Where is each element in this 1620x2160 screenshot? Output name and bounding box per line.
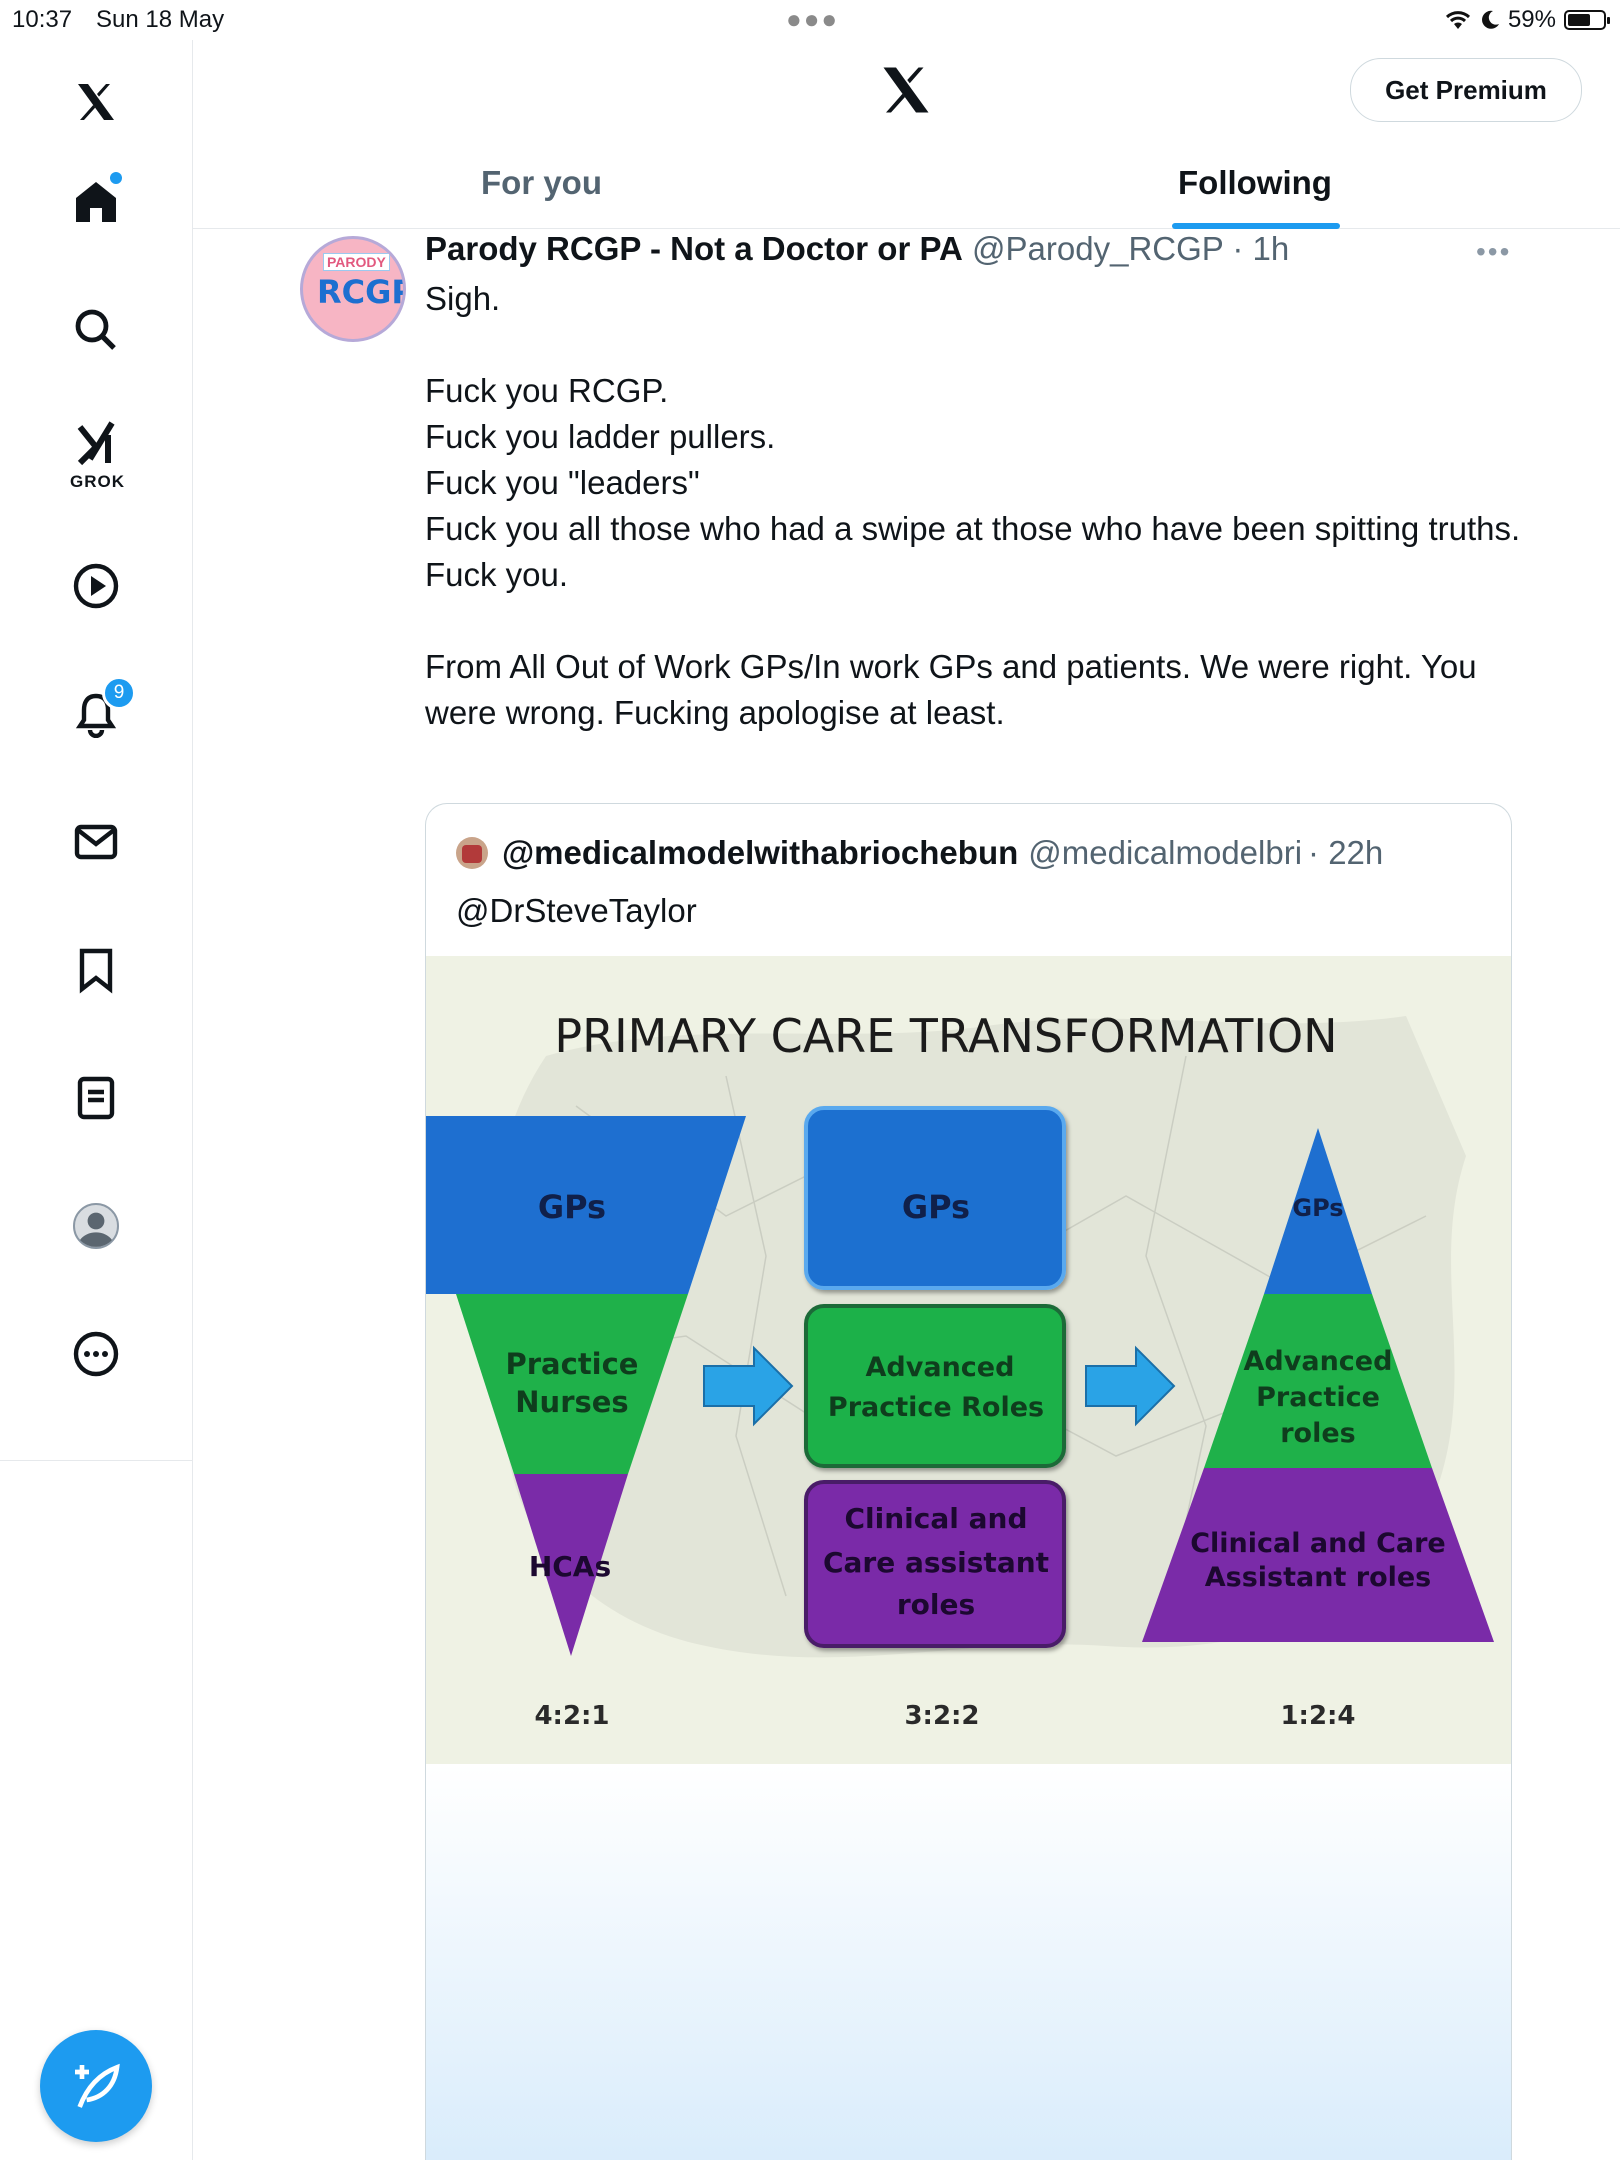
grok-icon[interactable]: GROK: [56, 412, 136, 492]
timeline-tabs: For you Following: [193, 140, 1620, 229]
messages-icon[interactable]: [56, 802, 136, 882]
active-tab-indicator: [1172, 223, 1340, 229]
notifications-icon[interactable]: 9: [56, 674, 136, 754]
left-nurses-label: Nurses: [515, 1385, 628, 1419]
avatar-rcgp-text: RCGP: [317, 273, 406, 311]
quoted-image[interactable]: PRIMARY CARE TRANSFORMATION GPs Practice…: [426, 956, 1511, 1764]
tweet-line: Fuck you "leaders": [425, 464, 700, 501]
tweet-text: Sigh. Fuck you RCGP. Fuck you ladder pul…: [425, 276, 1525, 736]
tweet-line: Fuck you ladder pullers.: [425, 418, 776, 455]
quoted-tweet-header: @medicalmodelwithabriochebun @medicalmod…: [456, 834, 1383, 872]
compose-post-button[interactable]: [40, 2030, 152, 2142]
x-logo-icon[interactable]: [56, 62, 136, 142]
quoted-tweet-text: @DrSteveTaylor: [456, 892, 697, 929]
x-logo-header-icon[interactable]: [876, 60, 936, 120]
right-advanced-label: roles: [1280, 1418, 1356, 1449]
more-icon[interactable]: [56, 1314, 136, 1394]
tab-for-you[interactable]: For you: [481, 164, 602, 202]
home-unread-dot: [110, 172, 122, 184]
tab-following[interactable]: Following: [1178, 164, 1332, 202]
quoted-author-handle[interactable]: @medicalmodelbri: [1028, 834, 1302, 872]
multitasking-dots-icon[interactable]: ●●●: [786, 4, 839, 35]
right-clinical-label: Clinical and Care: [1190, 1528, 1446, 1559]
get-premium-button[interactable]: Get Premium: [1350, 58, 1582, 122]
status-bar: 10:37 Sun 18 May ●●● 59%: [0, 0, 1620, 40]
lists-icon[interactable]: [56, 1058, 136, 1138]
right-clinical-label: Assistant roles: [1205, 1562, 1432, 1593]
wifi-icon: [1445, 11, 1470, 29]
author-name[interactable]: Parody RCGP - Not a Doctor or PA: [425, 230, 963, 267]
sidebar-divider: [0, 1460, 192, 1461]
notifications-badge: 9: [102, 676, 136, 710]
right-advanced-label: Advanced: [1244, 1346, 1393, 1377]
left-nurses-label: Practice: [506, 1347, 639, 1381]
quoted-image-loading-area: [426, 1764, 1511, 2160]
tweet-line: Sigh.: [425, 280, 501, 317]
left-hcas-label: HCAs: [529, 1550, 611, 1583]
center-gps-label: GPs: [902, 1188, 970, 1226]
moon-icon: [1482, 10, 1499, 29]
left-ratio: 4:2:1: [534, 1701, 609, 1731]
right-ratio: 1:2:4: [1280, 1701, 1355, 1731]
search-icon[interactable]: [56, 290, 136, 370]
right-gps-label: GPs: [1292, 1194, 1343, 1222]
home-icon[interactable]: [56, 162, 136, 242]
center-ratio: 3:2:2: [904, 1701, 979, 1731]
video-icon[interactable]: [56, 546, 136, 626]
center-clinical-label: Care assistant: [823, 1546, 1049, 1579]
quoted-author-name[interactable]: @medicalmodelwithabriochebun: [502, 834, 1018, 872]
sidebar: GROK 9: [0, 40, 193, 2160]
avatar-parody-text: PARODY: [323, 253, 390, 271]
right-advanced-label: Practice: [1256, 1382, 1380, 1413]
grok-label: GROK: [70, 472, 125, 491]
quoted-tweet[interactable]: @medicalmodelwithabriochebun @medicalmod…: [425, 803, 1512, 2160]
tweet-line: Fuck you all those who had a swipe at th…: [425, 510, 1521, 547]
compose-feather-icon: [75, 2063, 120, 2108]
tweet-header: Parody RCGP - Not a Doctor or PA @Parody…: [425, 230, 1289, 268]
avatar[interactable]: PARODY RCGP: [300, 236, 406, 342]
status-right: 59%: [1444, 6, 1610, 34]
center-advanced-label: Advanced: [866, 1352, 1015, 1383]
profile-icon[interactable]: [56, 1186, 136, 1266]
tweet-line: Fuck you.: [425, 556, 569, 593]
battery-percent: 59%: [1507, 6, 1556, 33]
quoted-tweet-time: · 22h: [1308, 834, 1384, 871]
author-handle[interactable]: @Parody_RCGP: [972, 230, 1223, 267]
left-gps-label: GPs: [538, 1188, 606, 1226]
tweet-line: From All Out of Work GPs/In work GPs and…: [425, 648, 1477, 731]
quoted-avatar: [456, 837, 488, 869]
bookmarks-icon[interactable]: [56, 930, 136, 1010]
tweet-time[interactable]: · 1h: [1232, 230, 1289, 267]
status-time: 10:37: [12, 6, 73, 33]
center-advanced-box: [804, 1304, 1066, 1468]
center-clinical-label: Clinical and: [845, 1502, 1028, 1535]
image-title: PRIMARY CARE TRANSFORMATION: [554, 1009, 1337, 1063]
tweet-more-icon[interactable]: •••: [1476, 236, 1511, 268]
center-clinical-label: roles: [897, 1588, 975, 1621]
tweet-line: Fuck you RCGP.: [425, 372, 669, 409]
center-advanced-label: Practice Roles: [828, 1392, 1044, 1423]
status-date: Sun 18 May: [96, 6, 225, 33]
battery-icon: [1564, 10, 1610, 30]
